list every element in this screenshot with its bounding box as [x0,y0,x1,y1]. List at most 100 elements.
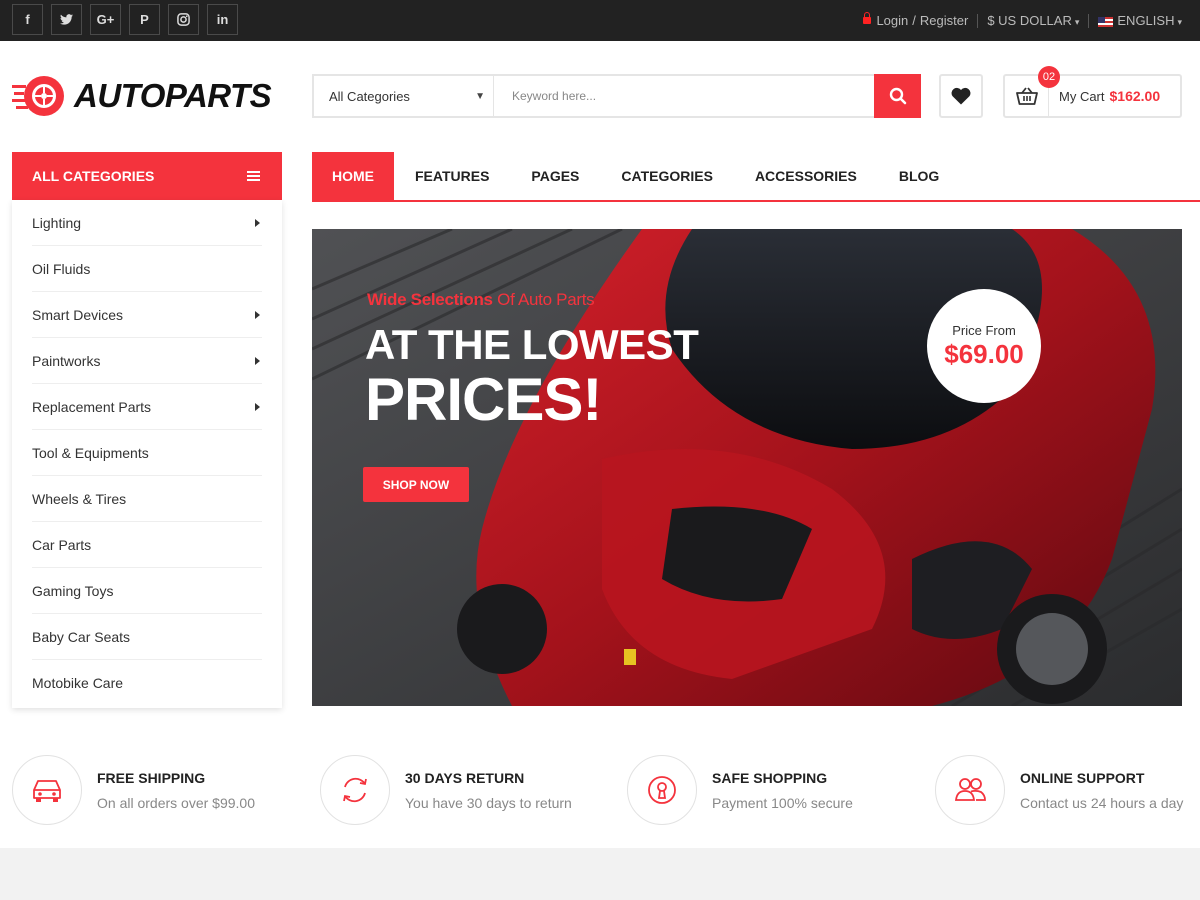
nav-item-categories[interactable]: CATEGORIES [600,152,734,200]
category-select-label: All Categories [329,88,410,104]
caret-right-icon [255,356,260,365]
social-links: f G+ P in [12,4,238,35]
features-row: FREE SHIPPING On all orders over $99.00 3… [0,755,1200,827]
heart-icon [951,87,971,105]
category-item[interactable]: Motobike Care [32,660,262,706]
nav-item-features[interactable]: FEATURES [394,152,510,200]
feature-title: ONLINE SUPPORT [1020,770,1145,786]
slash-separator: / [912,13,916,28]
category-item-label: Baby Car Seats [32,628,131,645]
price-badge: Price From $69.00 [927,289,1041,403]
return-icon [320,755,390,825]
hero-banner: Wide Selections Of Auto Parts AT THE LOW… [312,229,1182,706]
category-select[interactable]: All Categories ▼ [314,76,494,116]
feature-desc: You have 30 days to return [405,795,572,811]
feature-desc: Payment 100% secure [712,795,853,811]
feature-desc: Contact us 24 hours a day [1020,795,1184,811]
top-bar: f G+ P in Login / Register $ US DOLLAR ▾ … [0,0,1200,41]
cart-total: $162.00 [1109,88,1161,104]
category-item-label: Lighting [32,214,82,231]
search-icon [889,87,906,105]
currency-select[interactable]: $ US DOLLAR ▾ [987,13,1079,28]
nav-item-home[interactable]: HOME [312,152,394,200]
nav-item-blog[interactable]: BLOG [878,152,960,200]
category-item-label: Paintworks [32,352,101,369]
menu-icon [247,171,260,181]
cart-count-badge: 02 [1038,66,1060,88]
all-categories-toggle[interactable]: ALL CATEGORIES [12,152,282,200]
hero-headline-2: PRICES! [365,366,602,433]
twitter-icon[interactable] [51,4,82,35]
instagram-icon[interactable] [168,4,199,35]
category-item[interactable]: Replacement Parts [32,384,262,430]
hero-kicker-rest: Of Auto Parts [497,290,595,309]
cart-button[interactable]: 02 My Cart $162.00 [1003,66,1182,118]
category-item-label: Tool & Equipments [32,444,149,461]
cart-label: My Cart [1059,88,1105,104]
linkedin-icon[interactable]: in [207,4,238,35]
category-item[interactable]: Tool & Equipments [32,430,262,476]
top-right-links: Login / Register $ US DOLLAR ▾ ENGLISH ▾ [863,0,1182,41]
caret-right-icon [255,218,260,227]
hero-kicker: Wide Selections Of Auto Parts [367,290,595,310]
category-item[interactable]: Paintworks [32,338,262,384]
divider [1088,13,1090,28]
category-item-label: Gaming Toys [32,582,114,599]
category-item-label: Car Parts [32,536,92,553]
hero-headline-1: AT THE LOWEST [365,321,699,368]
category-item[interactable]: Wheels & Tires [32,476,262,522]
all-categories-label: ALL CATEGORIES [32,168,155,184]
chevron-down-icon: ▾ [1074,17,1080,27]
google-plus-icon[interactable]: G+ [90,4,121,35]
caret-down-icon: ▼ [475,90,485,102]
language-select[interactable]: ENGLISH ▾ [1098,13,1182,28]
wishlist-button[interactable] [939,74,983,118]
category-item[interactable]: Car Parts [32,522,262,568]
facebook-icon[interactable]: f [12,4,43,35]
search-button[interactable] [874,74,921,118]
footer-strip [0,848,1200,900]
tire-logo-icon [12,76,64,116]
category-list: Lighting Oil Fluids Smart Devices Paintwork… [12,200,282,708]
category-item[interactable]: Smart Devices [32,292,262,338]
language-label: ENGLISH [1117,13,1175,28]
site-logo[interactable]: AUTOPARTS [12,73,272,119]
category-item-label: Motobike Care [32,675,124,691]
flag-icon [1098,16,1114,27]
price-label: Price From [952,322,1016,338]
header: AUTOPARTS All Categories ▼ 02 My Cart $1… [0,41,1200,151]
category-item-label: Replacement Parts [32,398,152,415]
feature-title: SAFE SHOPPING [712,770,828,786]
hero-kicker-bold: Wide Selections [367,290,493,309]
lock-icon [627,755,697,825]
nav-item-accessories[interactable]: ACCESSORIES [734,152,878,200]
shop-now-button[interactable]: SHOP NOW [363,467,469,502]
category-item[interactable]: Gaming Toys [32,568,262,614]
chevron-down-icon: ▾ [1177,17,1182,27]
basket-icon [1015,87,1038,105]
category-item[interactable]: Baby Car Seats [32,614,262,660]
login-link[interactable]: Login [876,13,908,28]
car-icon [12,755,82,825]
category-item-label: Smart Devices [32,306,124,323]
divider [977,13,979,28]
feature-desc: On all orders over $99.00 [97,795,255,811]
search-bar: All Categories ▼ [312,74,921,118]
pinterest-icon[interactable]: P [129,4,160,35]
category-item[interactable]: Lighting [32,200,262,246]
register-link[interactable]: Register [920,13,968,28]
feature-30-days-return: 30 DAYS RETURN You have 30 days to return [320,755,572,825]
search-input[interactable] [494,76,874,116]
feature-online-support: ONLINE SUPPORT Contact us 24 hours a day [935,755,1183,825]
main-nav: HOME FEATURES PAGES CATEGORIES ACCESSORIES BL… [312,152,1200,202]
price-value: $69.00 [944,338,1024,369]
category-item-label: Oil Fluids [32,260,91,277]
caret-right-icon [255,402,260,411]
currency-label: $ US DOLLAR [987,13,1072,28]
category-item[interactable]: Oil Fluids [32,246,262,292]
support-icon [935,755,1005,825]
nav-item-pages[interactable]: PAGES [510,152,600,200]
category-item-label: Wheels & Tires [32,490,127,507]
logo-text: AUTOPARTS [74,77,272,114]
feature-title: FREE SHIPPING [97,770,206,786]
